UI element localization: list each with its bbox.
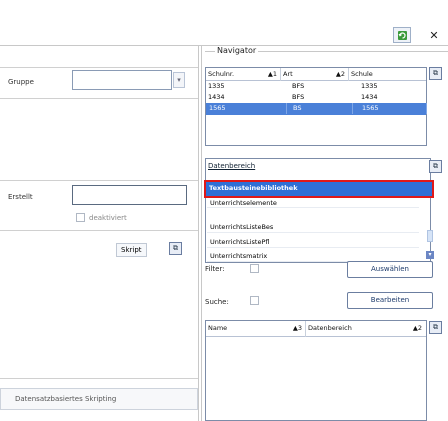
datensatzbasiertes-skripting-tab[interactable]: Datensatzbasiertes Skripting bbox=[0, 388, 198, 410]
table-options-icon[interactable]: ⧉ bbox=[429, 67, 442, 80]
top-toolbar bbox=[0, 0, 448, 46]
cell-schulnr: 1434 bbox=[208, 93, 225, 101]
dropdown-item-unterrichtslistepfl[interactable]: UnterrichtsListePfl bbox=[207, 236, 419, 248]
dropdown-header: Datenbereich bbox=[208, 162, 256, 170]
table-row-selected[interactable]: 1565 BS 1565 bbox=[206, 103, 427, 115]
chevron-down-icon[interactable]: ▾ bbox=[173, 72, 185, 88]
navigator-title: Navigator bbox=[215, 46, 259, 55]
scroll-down-icon[interactable]: ▾ bbox=[426, 251, 434, 259]
refresh-icon[interactable] bbox=[393, 27, 411, 43]
cell-art: BFS bbox=[292, 82, 305, 90]
cell-schulnr: 1335 bbox=[208, 82, 225, 90]
dropdown-item-unterrichtselemente[interactable]: Unterrichtselemente bbox=[207, 199, 419, 208]
column-header-art[interactable]: Art ▲2 bbox=[281, 68, 349, 81]
cell-schulnr: 1565 bbox=[209, 103, 287, 114]
column-header-schulnr[interactable]: Schulnr. ▲1 bbox=[206, 68, 281, 81]
gruppe-field[interactable] bbox=[72, 70, 172, 90]
divider bbox=[0, 378, 198, 379]
cell-schule: 1335 bbox=[361, 82, 378, 90]
cell-schule: 1565 bbox=[355, 103, 427, 114]
script-editor-icon[interactable]: ⧉ bbox=[169, 242, 182, 255]
column-header-schule[interactable]: Schule bbox=[349, 68, 425, 81]
auswaehlen-button[interactable]: Auswählen bbox=[347, 261, 433, 278]
divider bbox=[0, 180, 198, 181]
deaktiviert-label: deaktiviert bbox=[89, 214, 127, 222]
deaktiviert-checkbox[interactable] bbox=[76, 213, 85, 222]
divider bbox=[0, 67, 198, 68]
table-row[interactable]: 1335 BFS 1335 bbox=[206, 81, 426, 92]
table-header: Name ▲3 Datenbereich ▲2 bbox=[206, 321, 426, 337]
erstellt-field[interactable] bbox=[72, 185, 187, 205]
close-icon[interactable]: ✕ bbox=[425, 27, 443, 43]
scrollbar-thumb[interactable] bbox=[427, 230, 433, 242]
cell-art: BFS bbox=[292, 93, 305, 101]
gruppe-label: Gruppe bbox=[8, 78, 34, 86]
bausteine-table[interactable]: Name ▲3 Datenbereich ▲2 bbox=[205, 320, 427, 421]
skript-button[interactable]: Skript bbox=[116, 243, 147, 257]
cell-schule: 1434 bbox=[361, 93, 378, 101]
suche-checkbox[interactable] bbox=[250, 296, 259, 305]
schulen-table[interactable]: Schulnr. ▲1 Art ▲2 Schule 1335 BFS 1335 … bbox=[205, 67, 427, 146]
divider bbox=[0, 230, 198, 231]
table-options-icon[interactable]: ⧉ bbox=[429, 321, 442, 334]
erstellt-label: Erstellt bbox=[8, 193, 33, 201]
divider bbox=[0, 98, 198, 99]
dropdown-options-icon[interactable]: ⧉ bbox=[429, 160, 442, 173]
left-panel bbox=[0, 46, 198, 421]
panel-splitter[interactable] bbox=[198, 46, 202, 421]
bearbeiten-button[interactable]: Bearbeiten bbox=[347, 292, 433, 309]
column-header-name[interactable]: Name ▲3 bbox=[206, 321, 306, 337]
table-row[interactable]: 1434 BFS 1434 bbox=[206, 92, 426, 103]
filter-checkbox[interactable] bbox=[250, 264, 259, 273]
dropdown-item-unterrichtslistebes[interactable]: UnterrichtsListeBes bbox=[207, 221, 419, 233]
filter-label: Filter: bbox=[205, 265, 225, 273]
suche-label: Suche: bbox=[205, 298, 229, 306]
dropdown-item-textbausteinebibliothek[interactable]: Textbausteinebibliothek bbox=[204, 180, 434, 198]
cell-art: BS bbox=[287, 103, 353, 114]
table-header: Schulnr. ▲1 Art ▲2 Schule bbox=[206, 68, 426, 81]
column-header-datenbereich[interactable]: Datenbereich ▲2 bbox=[306, 321, 425, 337]
